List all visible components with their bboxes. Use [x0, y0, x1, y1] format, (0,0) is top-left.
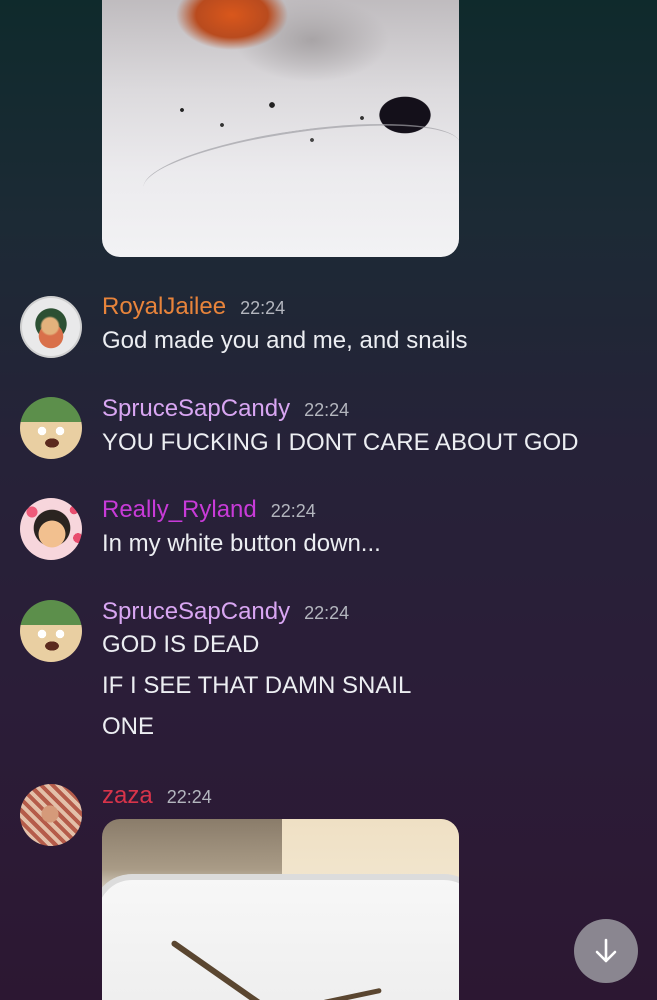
- avatar[interactable]: [20, 784, 82, 846]
- image-attachment[interactable]: [102, 819, 459, 1000]
- scroll-to-bottom-button[interactable]: [574, 919, 638, 983]
- avatar[interactable]: [20, 498, 82, 560]
- message-text: IF I SEE THAT DAMN SNAIL: [102, 672, 412, 699]
- avatar[interactable]: [20, 600, 82, 662]
- message-header: zaza 22:24: [102, 782, 212, 810]
- message-text: In my white button down...: [102, 530, 381, 557]
- timestamp: 22:24: [166, 787, 212, 807]
- username[interactable]: zaza: [102, 782, 153, 810]
- message-text: GOD IS DEAD: [102, 631, 260, 658]
- username[interactable]: Really_Ryland: [102, 496, 257, 524]
- arrow-down-icon: [595, 938, 617, 963]
- avatar[interactable]: [20, 397, 82, 459]
- image-detail: [102, 874, 459, 1000]
- message-header: Really_Ryland 22:24: [102, 496, 316, 524]
- avatar[interactable]: [20, 296, 82, 358]
- timestamp: 22:24: [270, 501, 316, 521]
- image-detail: [162, 100, 382, 160]
- message-text: God made you and me, and snails: [102, 327, 468, 354]
- message-header: SpruceSapCandy 22:24: [102, 598, 349, 626]
- username[interactable]: SpruceSapCandy: [102, 395, 290, 423]
- image-attachment[interactable]: [102, 0, 459, 257]
- timestamp: 22:24: [240, 298, 286, 318]
- timestamp: 22:24: [304, 603, 350, 623]
- timestamp: 22:24: [304, 400, 350, 420]
- username[interactable]: RoyalJailee: [102, 293, 226, 321]
- message-header: RoyalJailee 22:24: [102, 293, 285, 321]
- message-header: SpruceSapCandy 22:24: [102, 395, 349, 423]
- username[interactable]: SpruceSapCandy: [102, 598, 290, 626]
- message-text: YOU FUCKING I DONT CARE ABOUT GOD: [102, 429, 579, 456]
- message-text: ONE: [102, 713, 155, 740]
